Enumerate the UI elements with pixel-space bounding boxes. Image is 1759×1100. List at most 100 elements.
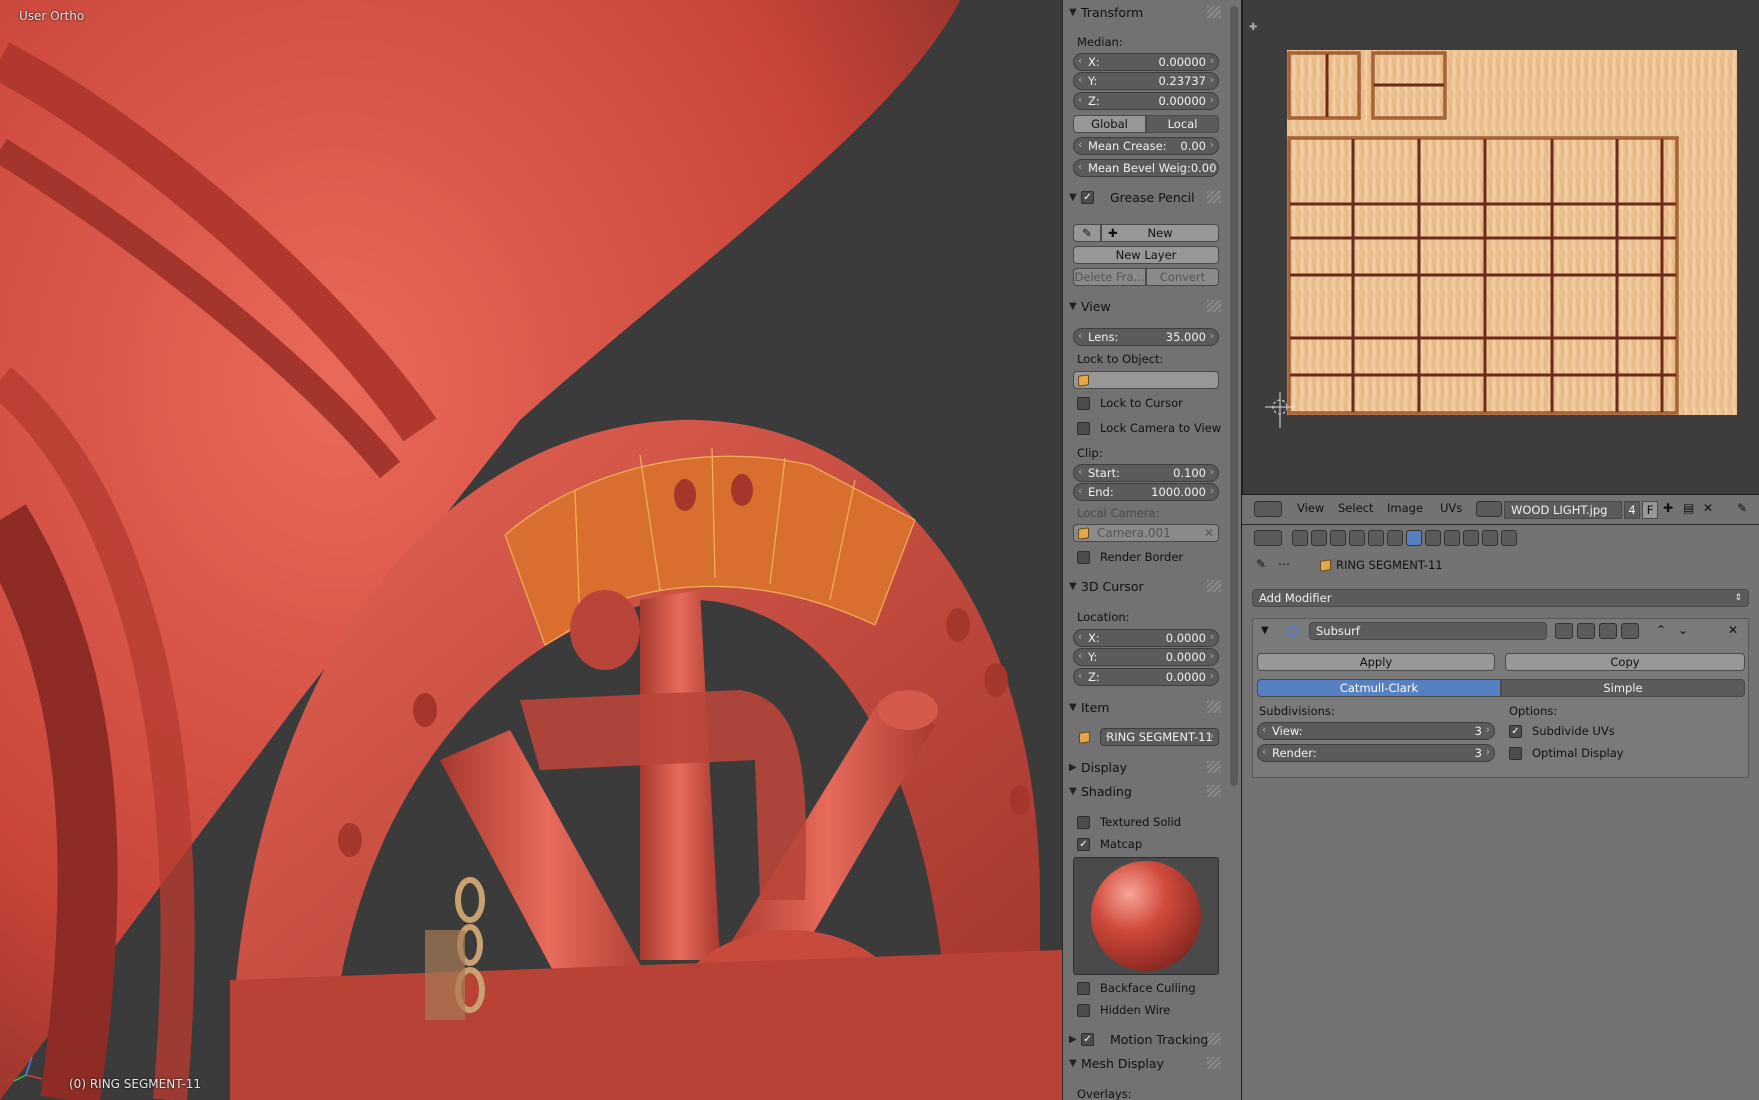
- move-down-icon[interactable]: ⌄: [1678, 623, 1688, 637]
- add-modifier-dropdown[interactable]: Add Modifier ⇕: [1252, 589, 1749, 607]
- particles-tab-icon[interactable]: [1482, 530, 1498, 546]
- median-y-field[interactable]: Y:0.23737: [1073, 72, 1219, 90]
- pin-image-icon[interactable]: ✎: [1737, 501, 1747, 515]
- simple-tab[interactable]: Simple: [1501, 679, 1745, 697]
- local-toggle[interactable]: Local: [1146, 115, 1219, 133]
- axis-gizmo-icon: [13, 1056, 43, 1082]
- subdivisions-label: Subdivisions:: [1259, 704, 1335, 718]
- show-render-icon[interactable]: [1555, 623, 1573, 639]
- clear-x-icon[interactable]: ✕: [1204, 526, 1214, 540]
- new-image-icon[interactable]: ✚: [1663, 501, 1673, 515]
- transform-panel-header[interactable]: ▼ Transform: [1069, 2, 1221, 22]
- modifiers-tab-icon[interactable]: [1406, 530, 1422, 546]
- show-viewport-icon[interactable]: [1577, 623, 1595, 639]
- uv-image-editor[interactable]: ✚: [1242, 0, 1759, 494]
- grease-pencil-panel-header[interactable]: ▼ ✓ Grease Pencil: [1069, 187, 1221, 207]
- fake-user-toggle[interactable]: F: [1642, 501, 1658, 519]
- mean-bevel-field[interactable]: Mean Bevel Weig:0.00: [1073, 159, 1219, 177]
- material-tab-icon[interactable]: [1444, 530, 1460, 546]
- median-x-field[interactable]: X:0.00000: [1073, 53, 1219, 71]
- world-tab-icon[interactable]: [1349, 530, 1365, 546]
- textured-solid-checkbox[interactable]: Textured Solid: [1077, 814, 1181, 830]
- properties-scrollbar[interactable]: [1226, 0, 1242, 1100]
- grease-pencil-checkbox[interactable]: ✓: [1081, 190, 1094, 204]
- image-browse-icon[interactable]: [1476, 501, 1502, 517]
- lens-field[interactable]: Lens:35.000: [1073, 328, 1219, 346]
- matcap-preview[interactable]: [1073, 857, 1219, 975]
- delete-frame-button[interactable]: Delete Fra...: [1073, 268, 1146, 286]
- show-editmode-icon[interactable]: [1599, 623, 1617, 639]
- physics-tab-icon[interactable]: [1501, 530, 1517, 546]
- data-tab-icon[interactable]: [1425, 530, 1441, 546]
- copy-button[interactable]: Copy: [1505, 653, 1745, 671]
- cursor-z-field[interactable]: Z:0.0000: [1073, 668, 1219, 686]
- mean-crease-field[interactable]: Mean Crease:0.00: [1073, 137, 1219, 155]
- mesh-display-panel-header[interactable]: ▼ Mesh Display: [1069, 1053, 1221, 1073]
- show-cage-icon[interactable]: [1621, 623, 1639, 639]
- item-panel-header[interactable]: ▼ Item: [1069, 697, 1221, 717]
- render-tab-icon[interactable]: [1292, 530, 1308, 546]
- collapse-triangle-icon[interactable]: ▼: [1261, 625, 1269, 636]
- local-camera-label: Local Camera:: [1077, 506, 1160, 520]
- backface-culling-checkbox[interactable]: Backface Culling: [1077, 980, 1196, 996]
- cursor-panel-header[interactable]: ▼ 3D Cursor: [1069, 576, 1221, 596]
- move-up-icon[interactable]: ⌃: [1656, 623, 1666, 637]
- uv-texture-canvas: [1287, 50, 1737, 415]
- image-name-field[interactable]: WOOD LIGHT.jpg: [1504, 501, 1622, 519]
- subsurf-modifier-icon: [1287, 625, 1299, 637]
- view-levels-field[interactable]: View:3: [1257, 722, 1495, 740]
- uv-uvs-menu[interactable]: UVs: [1440, 501, 1462, 519]
- local-camera-field[interactable]: Camera.001 ✕: [1073, 524, 1219, 542]
- constraints-tab-icon[interactable]: [1387, 530, 1403, 546]
- breadcrumb-object-name: RING SEGMENT-11: [1336, 558, 1443, 572]
- lock-to-object-label: Lock to Object:: [1077, 352, 1164, 366]
- render-levels-field[interactable]: Render:3: [1257, 744, 1495, 762]
- apply-button[interactable]: Apply: [1257, 653, 1495, 671]
- texture-tab-icon[interactable]: [1463, 530, 1479, 546]
- clip-end-field[interactable]: End:1000.000: [1073, 483, 1219, 501]
- hidden-wire-checkbox[interactable]: Hidden Wire: [1077, 1002, 1170, 1018]
- 3d-viewport[interactable]: User Ortho (0) RING SEGMENT-11: [0, 0, 1062, 1100]
- view-name-label: User Ortho: [19, 9, 85, 23]
- open-image-icon[interactable]: ▤: [1683, 501, 1694, 515]
- lock-to-cursor-checkbox[interactable]: Lock to Cursor: [1077, 395, 1183, 411]
- render-border-checkbox[interactable]: Render Border: [1077, 549, 1183, 565]
- clip-start-field[interactable]: Start:0.100: [1073, 464, 1219, 482]
- subdivide-uvs-checkbox[interactable]: ✓ Subdivide UVs: [1509, 723, 1615, 739]
- shading-panel-header[interactable]: ▼ Shading: [1069, 781, 1221, 801]
- motion-tracking-panel-header[interactable]: ▶ ✓ Motion Tracking: [1069, 1029, 1221, 1049]
- cursor-x-field[interactable]: X:0.0000: [1073, 629, 1219, 647]
- scene-tab-icon[interactable]: [1330, 530, 1346, 546]
- median-z-field[interactable]: Z:0.00000: [1073, 92, 1219, 110]
- editor-type-icon-2[interactable]: [1254, 530, 1282, 546]
- motion-tracking-checkbox[interactable]: ✓: [1081, 1032, 1094, 1046]
- global-toggle[interactable]: Global: [1073, 115, 1146, 133]
- pin-icon[interactable]: ✎: [1256, 557, 1266, 571]
- render-layers-tab-icon[interactable]: [1311, 530, 1327, 546]
- grease-new-button[interactable]: ✚ New: [1101, 224, 1219, 242]
- camera-icon: [1078, 526, 1089, 540]
- uv-select-menu[interactable]: Select: [1338, 501, 1373, 519]
- cursor-y-field[interactable]: Y:0.0000: [1073, 648, 1219, 666]
- subsurf-modifier-box: ▼ Subsurf ⌃ ⌄ ✕ Apply Copy Catmull-Clark…: [1252, 618, 1749, 778]
- editor-type-icon[interactable]: [1254, 501, 1282, 517]
- object-tab-icon[interactable]: [1368, 530, 1384, 546]
- matcap-checkbox[interactable]: ✓ Matcap: [1077, 836, 1142, 852]
- pencil-browse-icon[interactable]: ✎: [1073, 224, 1101, 242]
- optimal-display-checkbox[interactable]: Optimal Display: [1509, 745, 1624, 761]
- item-name-field[interactable]: RING SEGMENT-11: [1100, 728, 1219, 746]
- uv-image-menu[interactable]: Image: [1387, 501, 1423, 519]
- remove-modifier-icon[interactable]: ✕: [1728, 623, 1738, 637]
- catmull-clark-tab[interactable]: Catmull-Clark: [1257, 679, 1501, 697]
- display-panel-header[interactable]: ▶ Display: [1069, 757, 1221, 777]
- lock-object-field[interactable]: [1073, 371, 1219, 389]
- convert-button[interactable]: Convert: [1146, 268, 1219, 286]
- new-layer-button[interactable]: New Layer: [1073, 246, 1219, 264]
- region-toggle-icon[interactable]: ✚: [1249, 22, 1257, 33]
- modifier-name-field[interactable]: Subsurf: [1309, 622, 1547, 640]
- uv-view-menu[interactable]: View: [1297, 501, 1324, 519]
- view-panel-header[interactable]: ▼ View: [1069, 296, 1221, 316]
- matcap-sphere: [1091, 861, 1201, 971]
- lock-camera-checkbox[interactable]: Lock Camera to View: [1077, 420, 1221, 436]
- unlink-image-icon[interactable]: ✕: [1703, 501, 1713, 515]
